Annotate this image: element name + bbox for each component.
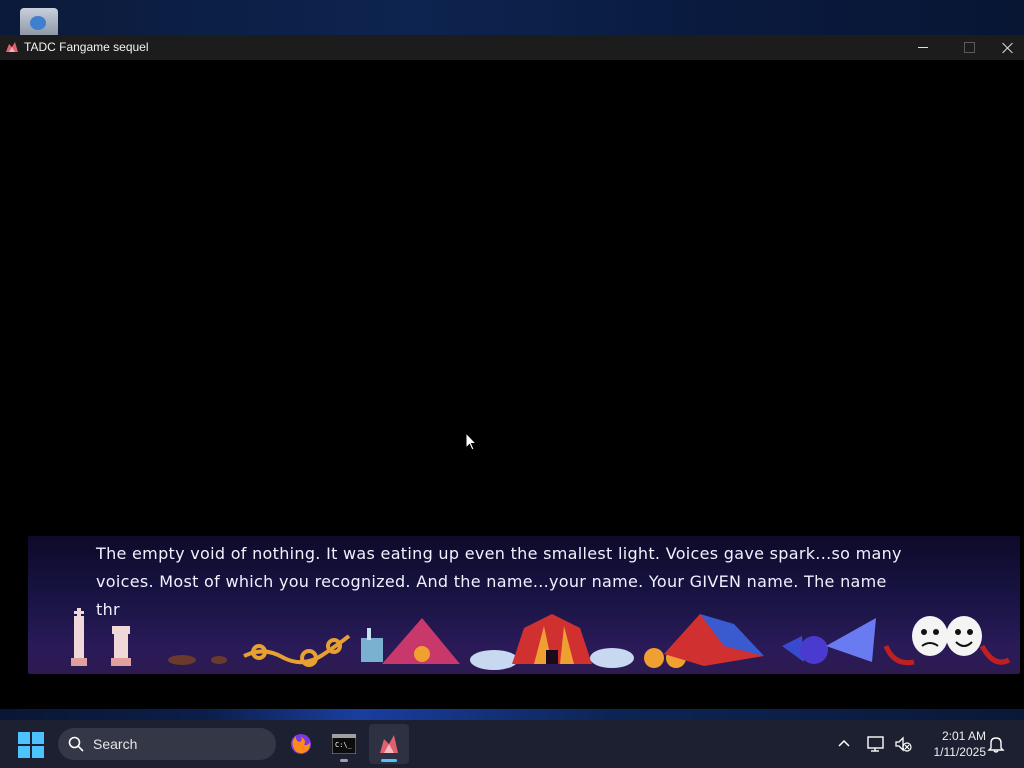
app-active-indicator: [381, 759, 397, 762]
candy-icon: [782, 618, 876, 664]
circus-tent-icon: [470, 614, 634, 670]
windows-logo-icon: [18, 732, 30, 744]
taskbar-search[interactable]: Search: [58, 728, 276, 760]
golden-chain-icon: [243, 634, 351, 667]
theater-masks-icon: [883, 616, 1011, 666]
window-title: TADC Fangame sequel: [24, 40, 149, 54]
search-label: Search: [93, 736, 138, 752]
desktop-wallpaper: [0, 0, 1024, 36]
notification-bell-icon[interactable]: [987, 735, 1005, 753]
chevron-up-icon[interactable]: [836, 736, 852, 752]
dialogue-line-2: voices. Most of which you recognized. An…: [96, 572, 887, 591]
taskbar-app-firefox[interactable]: [281, 724, 321, 764]
game-viewport[interactable]: The empty void of nothing. It was eating…: [0, 60, 1024, 709]
desktop-wallpaper-bottom: [0, 709, 1024, 720]
close-icon: [1002, 42, 1014, 54]
taskbar: Search C:\_ 2:01 AM 1/11/2025: [0, 720, 1024, 768]
clock-time: 2:01 AM: [941, 729, 986, 743]
minimize-icon: [918, 47, 928, 48]
svg-text:C:\_: C:\_: [335, 741, 353, 749]
volume-muted-icon[interactable]: [894, 736, 912, 752]
game-icon: [380, 735, 398, 753]
minimize-button[interactable]: [900, 35, 946, 60]
window-titlebar[interactable]: TADC Fangame sequel: [0, 35, 1024, 60]
drink-box-icon: [361, 628, 383, 662]
dialogue-box[interactable]: The empty void of nothing. It was eating…: [28, 536, 1020, 674]
start-button[interactable]: [18, 732, 44, 758]
game-window: TADC Fangame sequel The empty void of no…: [0, 35, 1024, 709]
chess-king-icon: [71, 608, 87, 666]
brown-piece-icon: [211, 656, 227, 664]
close-button[interactable]: [992, 35, 1024, 60]
app-running-indicator: [340, 759, 348, 762]
pyramid-icon: [382, 618, 460, 664]
firefox-icon: [291, 734, 311, 754]
dialogue-line-1: The empty void of nothing. It was eating…: [96, 544, 902, 563]
taskbar-app-terminal[interactable]: C:\_: [324, 724, 364, 764]
clock-date: 1/11/2025: [933, 745, 987, 759]
game-app-icon: [6, 42, 18, 52]
maximize-icon: [963, 42, 975, 53]
recycle-bin-icon[interactable]: [20, 8, 58, 36]
dialogue-decoration-border: [71, 608, 1011, 670]
terminal-icon: C:\_: [332, 734, 356, 754]
chess-rook-icon: [111, 626, 131, 666]
jester-hat-icon: [644, 614, 764, 668]
maximize-button[interactable]: [946, 35, 992, 60]
brown-piece-icon: [168, 655, 196, 665]
search-icon: [68, 736, 84, 752]
mouse-cursor-icon: [465, 432, 477, 451]
taskbar-app-game[interactable]: [369, 724, 409, 764]
taskbar-clock[interactable]: 2:01 AM 1/11/2025: [920, 728, 987, 760]
network-icon[interactable]: [867, 735, 887, 753]
